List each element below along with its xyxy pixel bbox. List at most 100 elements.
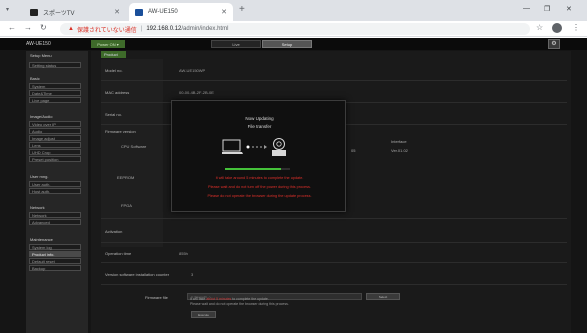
- install-counter-label: Version software installation counter: [105, 272, 170, 277]
- updating-dialog: Now Updating File transfer It will take …: [171, 100, 346, 212]
- setup-sidebar: Setup Menu Setting status Basic System D…: [26, 51, 88, 333]
- model-name: AW-UE150: [26, 41, 51, 47]
- eeprom-label: EEPROM: [117, 175, 135, 180]
- activation-label: Activation: [105, 229, 123, 234]
- dialog-message-1: It will take around 5 minutes to complet…: [215, 176, 304, 180]
- dialog-message-3: Please do not operate the browser during…: [207, 194, 312, 198]
- sidebar-group-head: Maintenance: [30, 237, 53, 242]
- tab-strip: ▾ スポーツTV ✕ AW-UE150 ✕ + — ❐ ✕: [0, 0, 587, 21]
- separator: |: [140, 26, 143, 32]
- sidebar-item-network[interactable]: Network: [29, 212, 81, 218]
- close-tab-icon[interactable]: ✕: [114, 8, 120, 16]
- firmware-label: Firmware version: [105, 129, 136, 134]
- window-close-icon[interactable]: ✕: [566, 5, 572, 13]
- transfer-diagram: [222, 138, 286, 156]
- bookmark-star-icon[interactable]: ☆: [536, 23, 543, 32]
- progress-bar: [225, 168, 290, 170]
- tab-aw-ue150[interactable]: AW-UE150 ✕: [129, 3, 233, 21]
- laptop-icon: [222, 139, 243, 154]
- cpu-label: CPU Software: [121, 144, 147, 149]
- sidebar-group-head: Basic: [30, 76, 40, 81]
- install-counter-value: 3: [191, 272, 194, 277]
- dialog-message-2: Please wait and do not turn off the powe…: [208, 185, 311, 189]
- sidebar-item-lens[interactable]: Lens: [29, 142, 81, 148]
- sidebar-group-head: Setup Menu: [30, 53, 52, 58]
- note-red: about 5 minutes: [206, 297, 232, 301]
- tv-favicon-icon: [30, 8, 38, 16]
- operation-time-value: 855h: [179, 251, 188, 256]
- app-header: AW-UE150 Power ON ▾ Live Setup ⚙: [0, 38, 587, 50]
- firmware-file-label: Firmware file: [145, 295, 168, 300]
- operation-time-label: Operation time: [105, 251, 132, 256]
- progress-fill: [225, 168, 281, 170]
- tab-search-icon[interactable]: ▾: [6, 6, 9, 13]
- mac-label: MAC address: [105, 90, 130, 95]
- sidebar-item-date-time[interactable]: Date&Time: [29, 90, 81, 96]
- kebab-menu-icon[interactable]: ⋮: [572, 23, 580, 32]
- serial-label: Serial no.: [105, 112, 122, 117]
- ptz-camera-icon: [272, 138, 286, 156]
- execute-button[interactable]: Execute: [191, 311, 216, 318]
- sidebar-item-default-reset[interactable]: Default reset: [29, 258, 81, 264]
- sidebar-item-image-adjust[interactable]: Image adjust: [29, 135, 81, 141]
- sidebar-item-backup[interactable]: Backup: [29, 265, 81, 271]
- sidebar-item-audio[interactable]: Audio: [29, 128, 81, 134]
- page-title: Product info.: [101, 51, 126, 64]
- reload-icon[interactable]: ↻: [40, 23, 47, 32]
- sidebar-group-head: User mng.: [30, 174, 49, 179]
- tab-live[interactable]: Live: [211, 40, 261, 48]
- gear-icon[interactable]: ⚙: [548, 39, 560, 49]
- row-activation: Activation: [101, 219, 567, 243]
- sidebar-item-advanced[interactable]: Advanced: [29, 219, 81, 225]
- sidebar-group-head: Network: [30, 205, 45, 210]
- model-label: Model no.: [105, 68, 123, 73]
- url-host: 192.168.0.12: [146, 26, 182, 32]
- model-value: AW-UE150WP: [179, 68, 206, 73]
- sidebar-item-product-info[interactable]: Product info.: [29, 251, 81, 257]
- row-operation-time: Operation time 855h: [101, 243, 567, 263]
- tab-label: スポーツTV: [43, 10, 75, 17]
- sidebar-item-uhd-crop[interactable]: UHD Crop: [29, 149, 81, 155]
- browser-toolbar: ← → ↻ ▲ 保護されていない通信 | 192.168.0.12 /admin…: [0, 21, 587, 37]
- transfer-dots-icon: [246, 145, 267, 149]
- row-model: Model no. AW-UE150WP: [101, 59, 567, 81]
- sidebar-item-system-log[interactable]: System log: [29, 244, 81, 250]
- sidebar-item-host-auth[interactable]: Host auth.: [29, 188, 81, 194]
- restore-icon[interactable]: ❐: [544, 5, 550, 13]
- select-file-button[interactable]: Select: [366, 293, 400, 300]
- account-icon[interactable]: [552, 23, 562, 33]
- note-pre: It will take: [190, 297, 206, 301]
- browser-window: ▾ スポーツTV ✕ AW-UE150 ✕ + — ❐ ✕ ← → ↻ ▲ 保護…: [0, 0, 587, 333]
- forward-icon[interactable]: →: [24, 23, 32, 32]
- address-bar[interactable]: ▲ 保護されていない通信 | 192.168.0.12 /admin/index…: [60, 23, 530, 35]
- note-post: to complete the update.: [232, 297, 269, 301]
- close-tab-icon[interactable]: ✕: [221, 8, 227, 16]
- sidebar-item-live-page[interactable]: Live page: [29, 97, 81, 103]
- sidebar-item-video-over-ip[interactable]: Video over IP: [29, 121, 81, 127]
- cpu-interface-version: Ver.01.02: [391, 148, 408, 153]
- minimize-icon[interactable]: —: [523, 5, 530, 12]
- insecure-label: 保護されていない通信: [76, 27, 137, 34]
- fpga-label: FPGA: [121, 203, 132, 208]
- tab-sports-tv[interactable]: スポーツTV ✕: [24, 3, 126, 21]
- power-dropdown[interactable]: Power ON ▾: [91, 40, 125, 48]
- tab-setup[interactable]: Setup: [262, 40, 312, 48]
- cpu-version-tail: 05: [351, 148, 356, 153]
- dialog-subtitle: File transfer: [247, 124, 272, 129]
- sidebar-item-system[interactable]: System: [29, 83, 81, 89]
- update-note-line2: Please wait and do not operate the brows…: [190, 302, 289, 306]
- sidebar-group-head: Image/Audio: [30, 114, 53, 119]
- tab-label: AW-UE150: [148, 9, 178, 15]
- panasonic-favicon-icon: [135, 8, 143, 16]
- sidebar-item-preset-position[interactable]: Preset position: [29, 156, 81, 162]
- sidebar-item-user-auth[interactable]: User auth.: [29, 181, 81, 187]
- back-icon[interactable]: ←: [8, 23, 16, 32]
- mac-value: 00-00-4B-2F-2B-0E: [179, 90, 214, 95]
- update-note-line1: It will take about 5 minutes to complete…: [190, 297, 269, 301]
- row-install-counter: Version software installation counter 3: [101, 263, 567, 285]
- sidebar-item-setting-status[interactable]: Setting status: [29, 62, 81, 68]
- dialog-title: Now Updating: [245, 116, 274, 121]
- url-path: /admin/index.html: [181, 26, 229, 32]
- warning-icon: ▲: [68, 26, 74, 32]
- new-tab-icon[interactable]: +: [239, 4, 245, 15]
